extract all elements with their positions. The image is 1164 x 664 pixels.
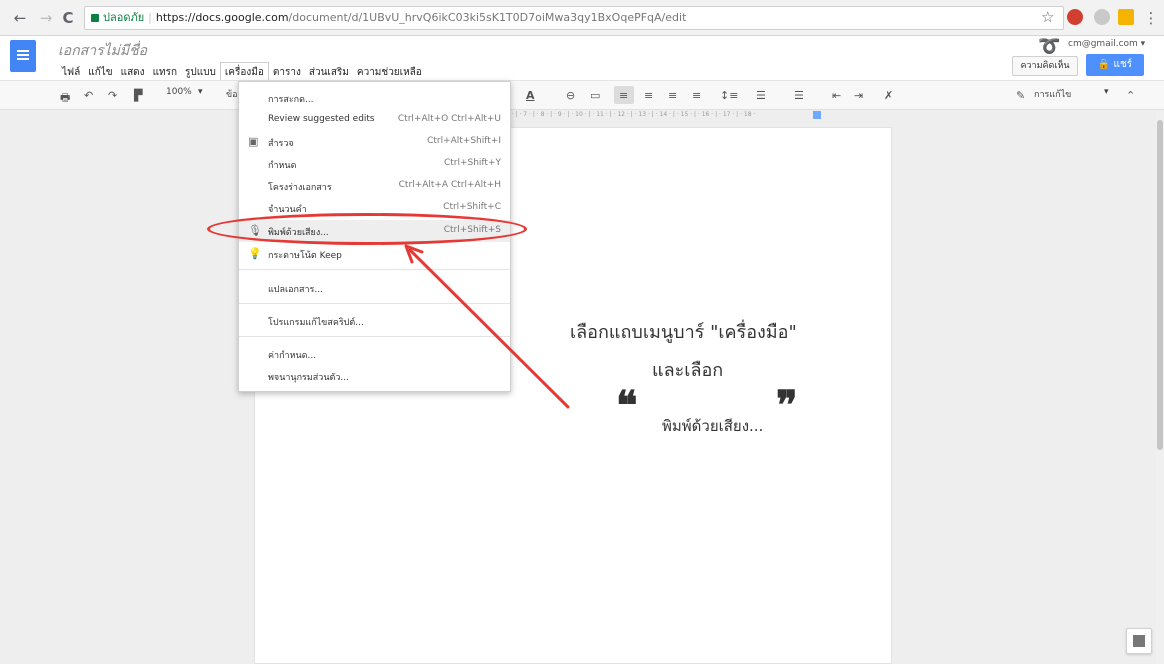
redo-icon[interactable]: ↷ <box>108 89 117 102</box>
close-quote-icon: ❞ <box>776 382 798 429</box>
url-separator: | <box>148 11 152 24</box>
browser-menu-icon[interactable]: ⋮ <box>1143 9 1159 27</box>
numbered-list-icon[interactable]: ☰ <box>756 89 766 102</box>
explore-button[interactable] <box>1126 628 1152 654</box>
menu-item-shortcut: Ctrl+Alt+Shift+I <box>427 136 501 146</box>
link-icon[interactable]: ⊖ <box>566 89 575 102</box>
forward-button[interactable]: → <box>38 9 54 27</box>
menu-tools[interactable]: เครื่องมือ <box>219 62 269 82</box>
menu-item-label: ค่ากำหนด... <box>268 351 317 361</box>
docs-logo-icon[interactable] <box>10 40 36 72</box>
print-icon[interactable]: 🖶 <box>60 89 70 108</box>
menu-item-shortcut: Ctrl+Alt+A Ctrl+Alt+H <box>398 180 501 190</box>
comment-icon[interactable]: ▭ <box>590 89 600 102</box>
extension-drive-icon[interactable] <box>1118 9 1134 25</box>
editing-mode-select[interactable]: การแก้ไข <box>1034 87 1071 101</box>
menu-item-label: แปลเอกสาร... <box>268 285 323 295</box>
menu-item-explore[interactable]: ▣ สำรวจ Ctrl+Alt+Shift+I <box>239 131 510 153</box>
collapse-menu-icon[interactable]: ⌃ <box>1126 89 1135 102</box>
screenshot-root: ← → C ปลอดภัย | https://docs.google.com/do… <box>0 0 1164 664</box>
menu-item-shortcut: Ctrl+Alt+O Ctrl+Alt+U <box>397 114 501 124</box>
menu-item-label: สำรวจ <box>268 139 294 149</box>
bookmark-star-icon[interactable]: ☆ <box>1041 8 1054 26</box>
menu-item-shortcut: Ctrl+Shift+C <box>443 202 501 212</box>
align-left-icon[interactable]: ≡ <box>619 89 628 102</box>
lock-icon <box>91 14 99 22</box>
zoom-select[interactable]: 100% <box>166 87 192 97</box>
paint-format-icon[interactable]: ▛ <box>134 89 142 102</box>
menu-item-preferences[interactable]: ค่ากำหนด... <box>239 343 510 365</box>
style-select[interactable]: ข้อ <box>226 87 238 101</box>
pencil-icon: ✎ <box>1016 89 1026 102</box>
account-avatar-icon[interactable]: ➰ <box>1038 36 1060 57</box>
share-button[interactable]: 🔒 แชร์ <box>1086 54 1144 76</box>
open-quote-icon: ❝ <box>616 382 638 429</box>
menu-item-keep-notepad[interactable]: 💡 กระดาษโน้ต Keep <box>239 243 510 265</box>
menu-item-review-suggested-edits[interactable]: Review suggested edits Ctrl+Alt+O Ctrl+A… <box>239 109 510 131</box>
menu-separator <box>239 303 510 304</box>
secure-label: ปลอดภัย <box>103 11 145 24</box>
annotation-quoted-text: พิมพ์ด้วยเสียง... <box>662 417 764 435</box>
align-right-icon[interactable]: ≡ <box>668 89 677 102</box>
menu-item-spelling[interactable]: การสะกด... <box>239 87 510 109</box>
menu-item-label: โครงร่างเอกสาร <box>268 183 332 193</box>
increase-indent-icon[interactable]: ⇥ <box>854 89 863 102</box>
clear-formatting-icon[interactable]: ✗ <box>884 89 893 102</box>
menu-item-label: Review suggested edits <box>268 114 375 124</box>
menu-item-label: กำหนด <box>268 161 297 171</box>
explore-icon <box>1133 635 1145 647</box>
explore-icon: ▣ <box>248 135 259 148</box>
menu-separator <box>239 269 510 270</box>
annotation-line1: เลือกแถบเมนูบาร์ "เครื่องมือ" <box>570 322 797 343</box>
zoom-dropdown-icon[interactable]: ▾ <box>198 87 203 97</box>
align-justify-icon[interactable]: ≡ <box>692 89 701 102</box>
text-color-button[interactable]: A <box>526 89 535 102</box>
url-path: /document/d/1UBvU_hrvQ6ikC03ki5sK1T0D7oi… <box>288 11 687 24</box>
formatting-toolbar: 🖶 ↶ ↷ ▛ 100% ▾ ข้อ A ⊖ ▭ ≡ ≡ ≡ ≡ ↕≡ ☰ ☰ … <box>0 80 1164 110</box>
menu-item-script-editor[interactable]: โปรแกรมแก้ไขสคริปต์... <box>239 310 510 332</box>
browser-toolbar: ← → C ปลอดภัย | https://docs.google.com/do… <box>0 0 1164 36</box>
align-center-icon[interactable]: ≡ <box>644 89 653 102</box>
annotation-line2: และเลือก <box>652 360 724 381</box>
undo-icon[interactable]: ↶ <box>84 89 93 102</box>
right-margin-marker[interactable] <box>813 111 821 119</box>
menu-bar: ไฟล์ แก้ไข แสดง แทรก รูปแบบ เครื่องมือ ตาราง ส่… <box>58 62 426 82</box>
menu-item-personal-dictionary[interactable]: พจนานุกรมส่วนตัว... <box>239 365 510 387</box>
scrollbar-thumb[interactable] <box>1157 120 1163 450</box>
extension-gray-icon[interactable] <box>1094 9 1110 25</box>
extension-abp-icon[interactable] <box>1067 9 1083 25</box>
menu-item-translate-document[interactable]: แปลเอกสาร... <box>239 277 510 299</box>
decrease-indent-icon[interactable]: ⇤ <box>832 89 841 102</box>
back-button[interactable]: ← <box>12 9 28 27</box>
document-title[interactable]: เอกสารไม่มีชื่อ <box>58 40 147 62</box>
menu-item-document-outline[interactable]: โครงร่างเอกสาร Ctrl+Alt+A Ctrl+Alt+H <box>239 175 510 197</box>
menu-item-label: พจนานุกรมส่วนตัว... <box>268 373 349 383</box>
menu-item-label: กระดาษโน้ต Keep <box>268 251 342 261</box>
docs-header: เอกสารไม่มีชื่อ ไฟล์ แก้ไข แสดง แทรก รูปแบบเ… <box>0 36 1164 82</box>
address-bar[interactable]: ปลอดภัย | https://docs.google.com/document… <box>84 6 1064 30</box>
account-email[interactable]: cm@gmail.com ▾ <box>1068 39 1145 49</box>
horizontal-ruler[interactable]: 5 · | · 7 · | · 8 · | · 9 · | · 10 · | ·… <box>506 111 896 123</box>
comments-button[interactable]: ความคิดเห็น <box>1012 56 1078 76</box>
line-spacing-icon[interactable]: ↕≡ <box>720 89 738 102</box>
editing-mode-dropdown-icon[interactable]: ▾ <box>1104 87 1109 97</box>
lightbulb-icon: 💡 <box>248 247 262 260</box>
menu-item-shortcut: Ctrl+Shift+Y <box>443 158 501 168</box>
url-host: https://docs.google.com <box>155 11 289 24</box>
menu-separator <box>239 336 510 337</box>
bulleted-list-icon[interactable]: ☰ <box>794 89 804 102</box>
highlight-ellipse <box>207 213 527 245</box>
reload-button[interactable]: C <box>60 9 76 27</box>
menu-item-define[interactable]: กำหนด Ctrl+Shift+Y <box>239 153 510 175</box>
menu-item-label: การสะกด... <box>268 95 314 105</box>
menu-item-label: โปรแกรมแก้ไขสคริปต์... <box>268 318 364 328</box>
